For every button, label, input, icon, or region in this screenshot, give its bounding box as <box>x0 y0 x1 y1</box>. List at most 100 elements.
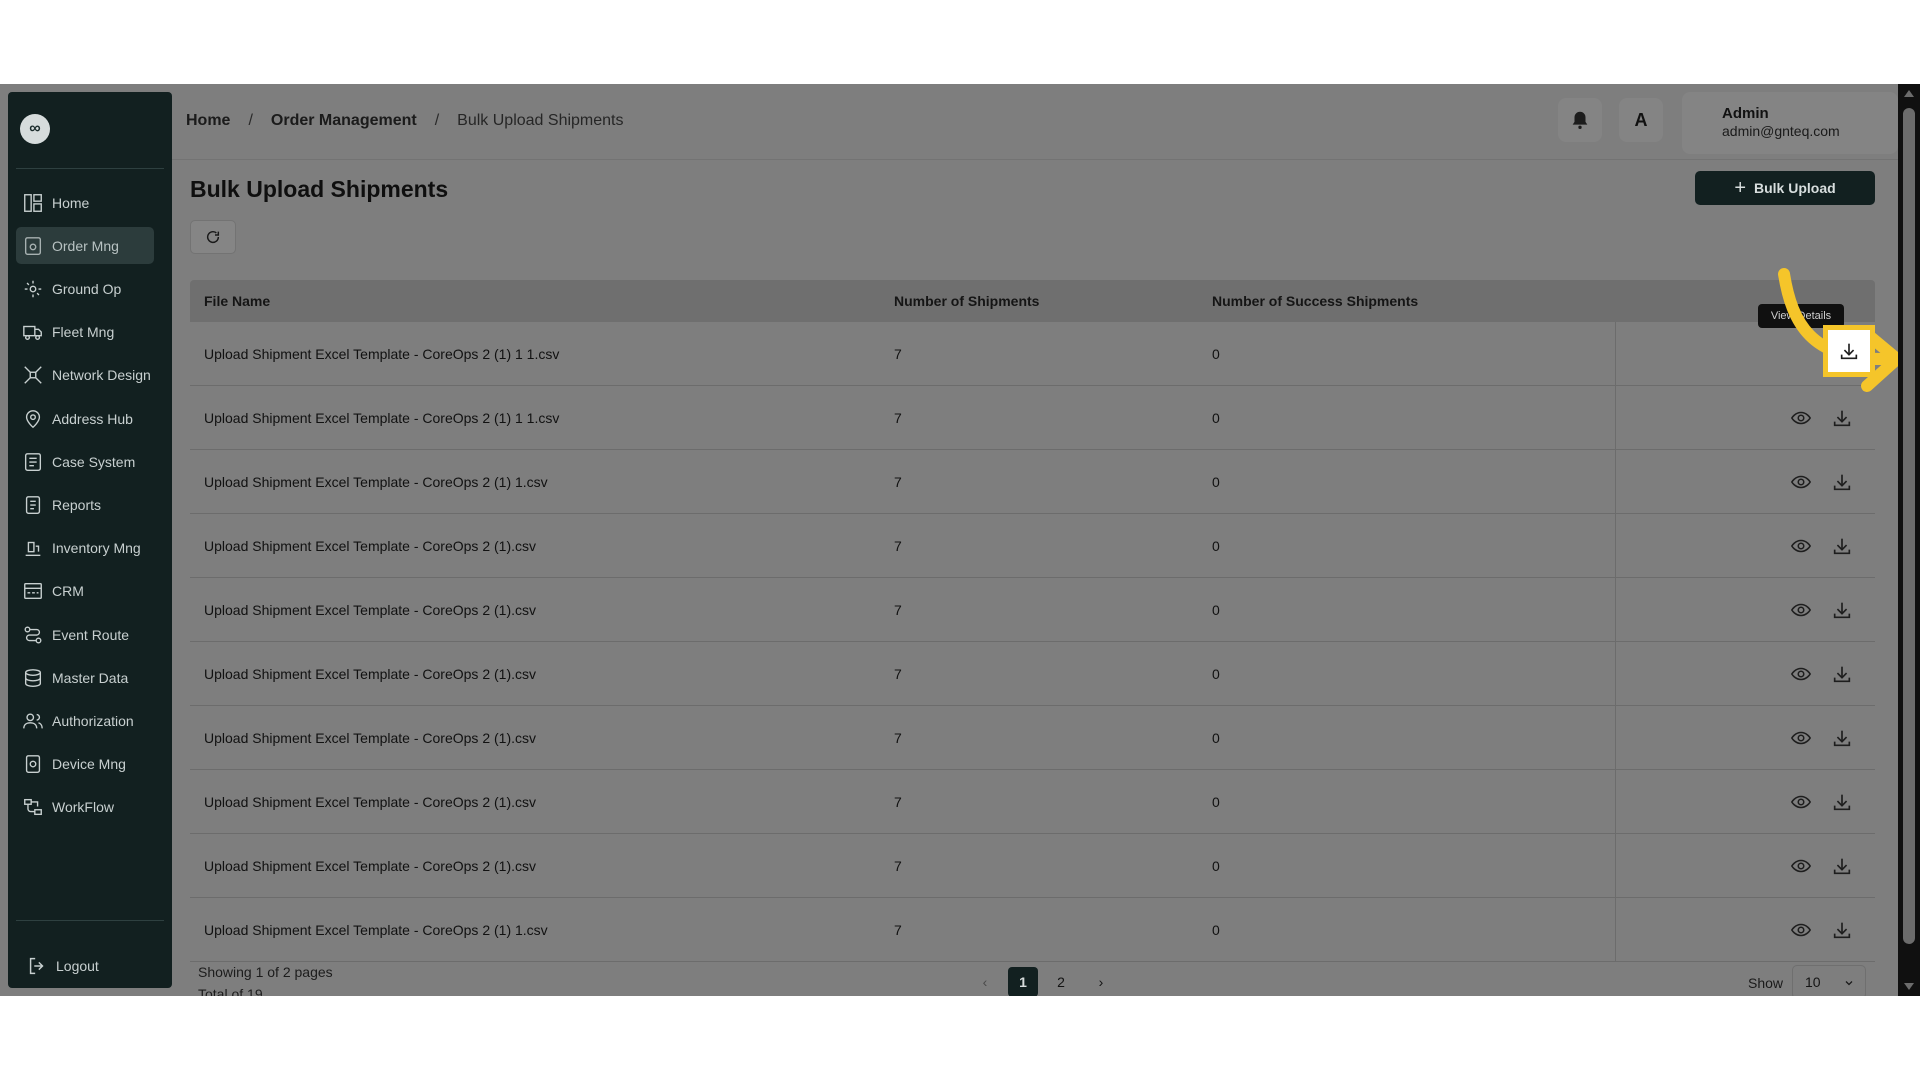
notifications-button[interactable] <box>1558 98 1602 142</box>
sidebar-item-case-system[interactable]: Case System <box>16 443 154 480</box>
sidebar-item-label: Event Route <box>52 626 130 643</box>
location-icon <box>25 409 41 428</box>
scrollbar-thumb[interactable] <box>1903 108 1915 944</box>
file-name-cell: Upload Shipment Excel Template - CoreOps… <box>204 665 536 682</box>
column-divider <box>1615 898 1616 961</box>
eye-icon <box>1790 667 1812 681</box>
refresh-button[interactable] <box>190 220 236 254</box>
truck-icon <box>23 325 42 341</box>
sidebar-item-order-mng[interactable]: Order Mng <box>16 227 154 265</box>
shipments-cell: 7 <box>894 473 902 490</box>
column-divider <box>1615 770 1616 833</box>
sidebar-item-inventory-mng[interactable]: Inventory Mng <box>16 530 154 567</box>
scroll-up-icon <box>1904 90 1914 97</box>
eye-icon <box>1790 539 1812 553</box>
breadcrumb-home[interactable]: Home <box>186 112 230 130</box>
table-row: Upload Shipment Excel Template - CoreOps… <box>190 642 1875 706</box>
sidebar-item-crm[interactable]: CRM <box>16 573 154 610</box>
success-cell: 0 <box>1212 537 1220 554</box>
view-details-button[interactable] <box>1786 787 1816 817</box>
sidebar-item-home[interactable]: Home <box>16 184 154 221</box>
sidebar-item-reports[interactable]: Reports <box>16 486 154 523</box>
download-button[interactable] <box>1827 659 1857 689</box>
download-button[interactable] <box>1827 531 1857 561</box>
column-divider <box>1615 450 1616 513</box>
table-body: Upload Shipment Excel Template - CoreOps… <box>190 322 1875 962</box>
logo[interactable]: ∞ <box>20 114 50 144</box>
download-button[interactable] <box>1827 787 1857 817</box>
shipments-cell: 7 <box>894 665 902 682</box>
download-button[interactable] <box>1827 595 1857 625</box>
table-row: Upload Shipment Excel Template - CoreOps… <box>190 898 1875 962</box>
language-button[interactable]: A <box>1619 98 1663 142</box>
breadcrumb-order-management[interactable]: Order Management <box>271 112 417 130</box>
table-row: Upload Shipment Excel Template - CoreOps… <box>190 578 1875 642</box>
download-button[interactable] <box>1827 403 1857 433</box>
sidebar-item-network-design[interactable]: Network Design <box>16 357 154 394</box>
translate-icon: A <box>1634 109 1648 130</box>
sidebar-item-event-route[interactable]: Event Route <box>16 616 154 653</box>
bell-icon <box>1572 111 1588 129</box>
eye-icon <box>1790 923 1812 937</box>
crm-icon <box>24 583 42 600</box>
sidebar-item-ground-op[interactable]: Ground Op <box>16 270 154 307</box>
highlighted-download-button[interactable] <box>1823 325 1875 377</box>
view-details-button[interactable] <box>1786 531 1816 561</box>
success-cell: 0 <box>1212 601 1220 618</box>
page-1-button[interactable]: 1 <box>1008 967 1038 996</box>
view-details-button[interactable] <box>1786 851 1816 881</box>
download-button[interactable] <box>1827 915 1857 945</box>
eye-icon <box>1790 731 1812 745</box>
prev-page-button[interactable]: ‹ <box>970 967 1000 996</box>
success-cell: 0 <box>1212 473 1220 490</box>
sidebar-item-authorization[interactable]: Authorization <box>16 702 154 739</box>
download-icon <box>1840 343 1858 360</box>
view-details-button[interactable] <box>1786 659 1816 689</box>
view-details-button[interactable] <box>1786 595 1816 625</box>
download-button[interactable] <box>1827 467 1857 497</box>
download-icon <box>1833 858 1851 875</box>
page-size-label: Show <box>1748 975 1784 991</box>
user-email: admin@gnteq.com <box>1722 123 1840 139</box>
sidebar-item-label: CRM <box>52 583 84 600</box>
download-icon <box>1833 666 1851 683</box>
eye-icon <box>1790 603 1812 617</box>
view-details-button[interactable] <box>1786 723 1816 753</box>
table-row: Upload Shipment Excel Template - CoreOps… <box>190 706 1875 770</box>
app-window: ∞ Home Order Mng Ground Op Fleet Mng Network… <box>0 84 1920 996</box>
sidebar-item-fleet-mng[interactable]: Fleet Mng <box>16 314 154 351</box>
download-button[interactable] <box>1827 851 1857 881</box>
view-details-button[interactable] <box>1786 467 1816 497</box>
page-scrollbar[interactable] <box>1898 84 1920 996</box>
order-icon <box>24 236 42 255</box>
page-size-select[interactable]: 10 <box>1792 965 1866 996</box>
sidebar-item-address-hub[interactable]: Address Hub <box>16 400 154 437</box>
success-cell: 0 <box>1212 857 1220 874</box>
download-button[interactable] <box>1827 723 1857 753</box>
sidebar-item-label: WorkFlow <box>52 799 114 816</box>
sidebar-item-workflow[interactable]: WorkFlow <box>16 789 154 826</box>
shipments-cell: 7 <box>894 729 902 746</box>
sidebar-item-device-mng[interactable]: Device Mng <box>16 746 154 783</box>
page-title: Bulk Upload Shipments <box>190 176 449 202</box>
sidebar-item-master-data[interactable]: Master Data <box>16 659 154 696</box>
bulk-upload-button[interactable]: + Bulk Upload <box>1695 171 1875 205</box>
table-header: File Name Number of Shipments Number of … <box>190 280 1875 322</box>
file-name-cell: Upload Shipment Excel Template - CoreOps… <box>204 921 548 938</box>
page-2-button[interactable]: 2 <box>1046 967 1076 996</box>
sidebar-item-label: Reports <box>52 496 102 513</box>
sidebar-item-label: Address Hub <box>52 410 133 427</box>
view-details-button[interactable] <box>1786 915 1816 945</box>
sidebar-item-label: Case System <box>52 453 136 470</box>
top-bar: Home / Order Management / Bulk Upload Sh… <box>172 84 1898 160</box>
file-name-cell: Upload Shipment Excel Template - CoreOps… <box>204 857 536 874</box>
sidebar-item-label: Inventory Mng <box>52 540 141 557</box>
user-profile[interactable]: Admin admin@gnteq.com <box>1682 92 1898 154</box>
success-cell: 0 <box>1212 665 1220 682</box>
breadcrumb: Home / Order Management / Bulk Upload Sh… <box>186 112 623 130</box>
next-page-button[interactable]: › <box>1086 967 1116 996</box>
header-file-name: File Name <box>204 293 271 309</box>
ground-op-icon <box>24 280 42 298</box>
logout-button[interactable]: Logout <box>20 947 158 984</box>
view-details-button[interactable] <box>1786 403 1816 433</box>
